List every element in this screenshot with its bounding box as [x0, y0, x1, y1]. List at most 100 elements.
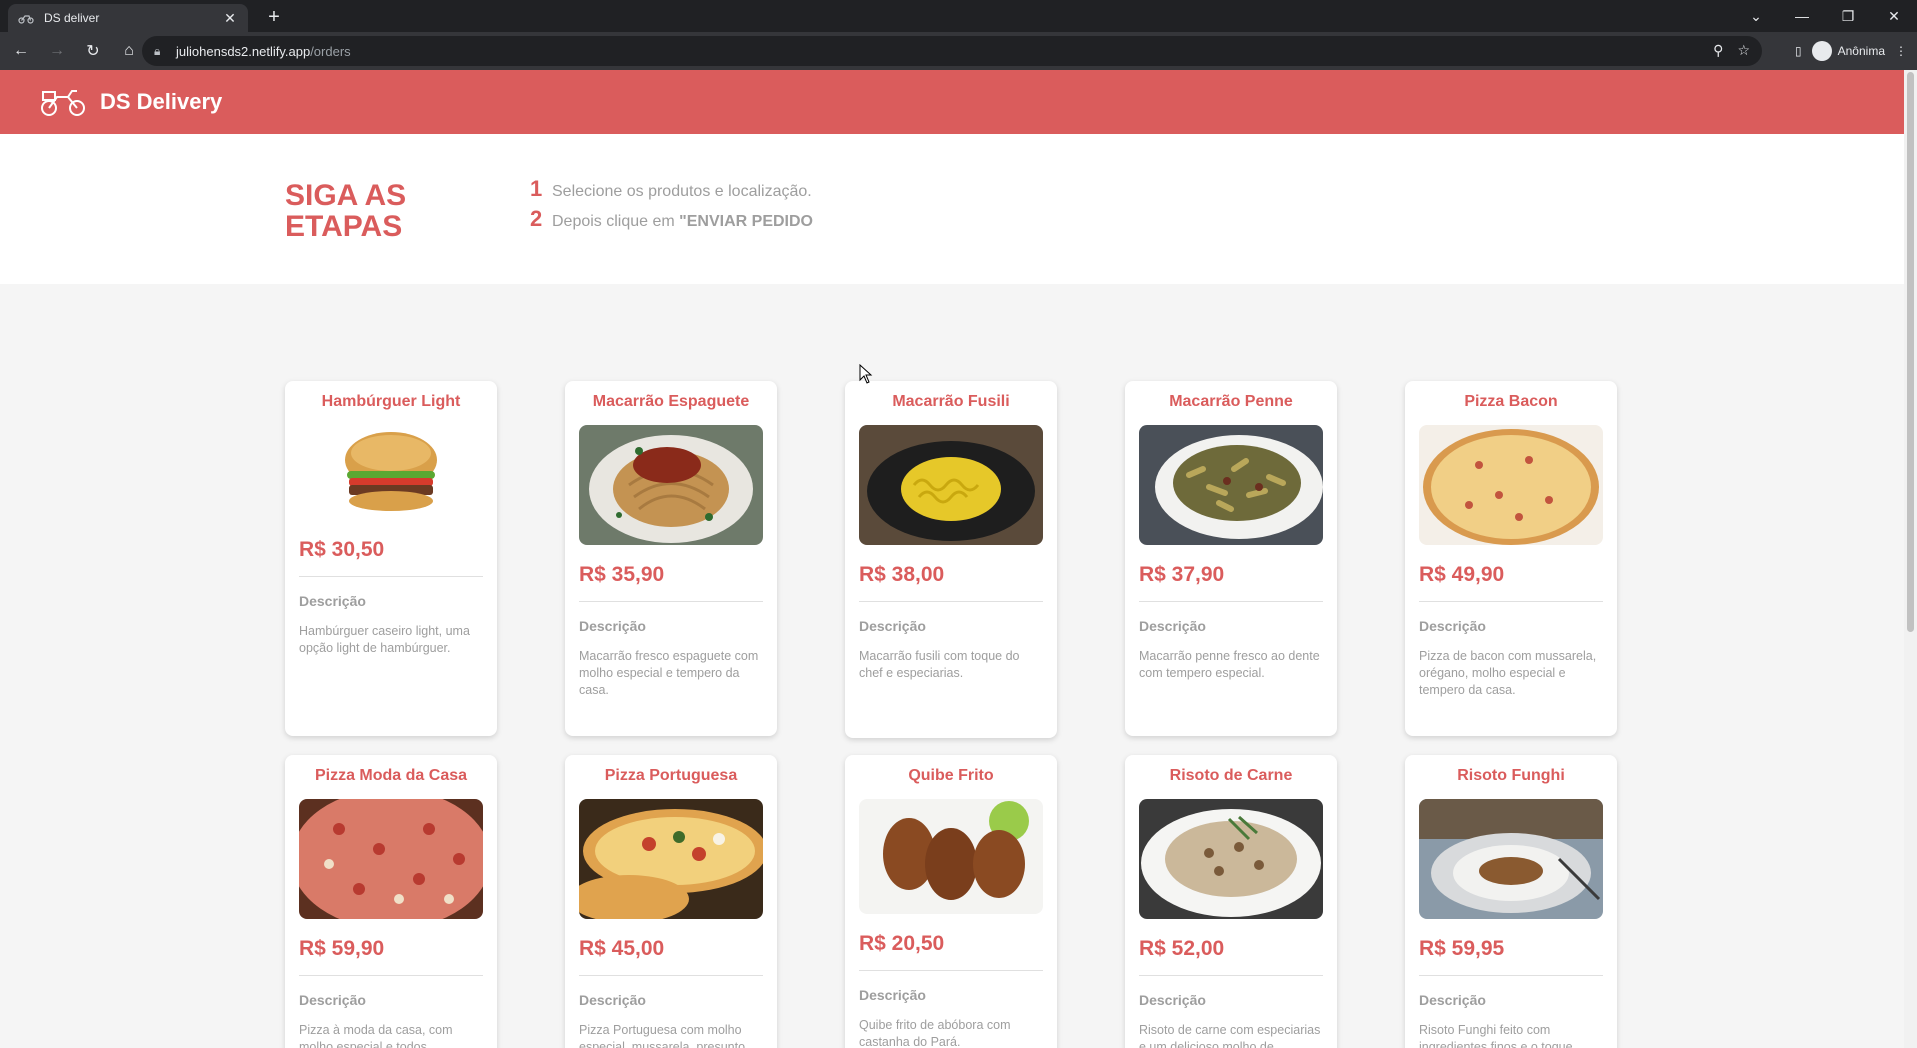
product-price: R$ 49,90 [1419, 563, 1505, 586]
product-card[interactable]: Hambúrguer Light R$ 30,50 Descrição Hamb… [285, 381, 497, 736]
product-price: R$ 38,00 [859, 563, 945, 586]
motorcycle-favicon-icon [18, 10, 34, 26]
back-icon[interactable]: ← [6, 36, 36, 66]
menu-kebab-icon[interactable]: ⋮ [1895, 44, 1907, 58]
brand-name[interactable]: DS Delivery [100, 89, 222, 115]
product-name: Risoto de Carne [1169, 767, 1293, 784]
product-name: Macarrão Fusili [892, 393, 1010, 410]
product-description: Risoto de carne com especiarias e um del… [1139, 1023, 1321, 1048]
close-tab-icon[interactable]: ✕ [222, 10, 238, 27]
card-divider [1139, 975, 1323, 976]
product-card[interactable]: Pizza Bacon R$ 49,90 Descrição Pizza de … [1405, 381, 1617, 736]
product-description: Pizza de bacon com mussarela, orégano, m… [1419, 649, 1597, 697]
product-image [1419, 425, 1603, 545]
product-card[interactable]: Pizza Moda da Casa R$ 59,90 Descrição Pi… [285, 755, 497, 1048]
tab-search-icon[interactable]: ⌄ [1733, 0, 1779, 32]
step-number: 1 [530, 176, 543, 201]
product-price: R$ 30,50 [299, 538, 385, 561]
product-name: Macarrão Penne [1169, 393, 1293, 410]
steps-title: SIGA AS ETAPAS [285, 179, 407, 243]
card-divider [1419, 601, 1603, 602]
product-image [1419, 799, 1603, 919]
product-image [859, 799, 1043, 914]
tab-title: DS deliver [44, 11, 100, 25]
new-tab-icon[interactable]: + [262, 6, 286, 30]
motorcycle-logo-icon[interactable] [40, 87, 86, 117]
card-divider [1419, 975, 1603, 976]
product-name: Pizza Portuguesa [604, 767, 738, 784]
step-text: Depois clique em "ENVIAR PEDIDO [552, 213, 813, 230]
product-name: Risoto Funghi [1457, 767, 1565, 784]
page-scrollbar[interactable] [1904, 70, 1917, 1048]
product-card[interactable]: Macarrão Penne R$ 37,90 Descrição Macarr… [1125, 381, 1337, 736]
product-image [299, 799, 483, 919]
product-card[interactable]: Risoto Funghi R$ 59,95 Descrição Risoto … [1405, 755, 1617, 1048]
product-card[interactable]: Pizza Portuguesa R$ 45,00 Descrição Pizz… [565, 755, 777, 1048]
product-card[interactable]: Macarrão Fusili R$ 38,00 Descrição Macar… [845, 381, 1057, 738]
steps-section: SIGA AS ETAPAS 1 Selecione os produtos e… [0, 134, 1904, 284]
product-price: R$ 20,50 [859, 932, 945, 955]
restore-icon[interactable]: ❐ [1825, 0, 1871, 32]
product-name: Macarrão Espaguete [592, 393, 750, 410]
description-label: Descrição [1419, 618, 1486, 634]
step-number: 2 [530, 206, 543, 231]
page-viewport: DS Delivery SIGA AS ETAPAS 1 Selecione o… [0, 70, 1904, 1048]
forward-icon[interactable]: → [42, 36, 72, 66]
description-label: Descrição [1419, 992, 1486, 1008]
browser-tab-bar: DS deliver ✕ + ⌄ — ❐ ✕ [0, 0, 1917, 32]
url-host: juliohensds2.netlify.app [176, 43, 311, 59]
product-image [341, 425, 441, 520]
incognito-icon [1811, 41, 1832, 61]
description-label: Descrição [859, 618, 926, 634]
product-name: Pizza Bacon [1464, 393, 1558, 410]
product-card[interactable]: Macarrão Espaguete R$ 35,90 Descrição Ma… [565, 381, 777, 736]
home-icon[interactable]: ⌂ [114, 36, 144, 66]
product-price: R$ 37,90 [1139, 563, 1225, 586]
description-label: Descrição [299, 593, 366, 609]
close-window-icon[interactable]: ✕ [1871, 0, 1917, 32]
product-description: Macarrão penne fresco ao dente com tempe… [1139, 649, 1320, 680]
card-divider [579, 975, 763, 976]
minimize-icon[interactable]: — [1779, 0, 1825, 32]
address-bar[interactable]: 🔒︎ juliohensds2.netlify.app/orders ⚲ ☆ [142, 36, 1762, 66]
product-name: Quibe Frito [908, 767, 994, 784]
description-label: Descrição [579, 618, 646, 634]
product-description: Risoto Funghi feito com ingredientes fin… [1419, 1023, 1573, 1048]
product-price: R$ 35,90 [579, 563, 665, 586]
card-divider [299, 975, 483, 976]
description-label: Descrição [1139, 618, 1206, 634]
product-image [1139, 799, 1323, 919]
product-price: R$ 59,95 [1419, 937, 1505, 960]
side-panel-icon[interactable]: ▯ [1795, 44, 1802, 58]
step-text: Selecione os produtos e localização. [552, 183, 812, 200]
scrollbar-thumb[interactable] [1907, 72, 1914, 632]
site-navbar: DS Delivery [0, 70, 1904, 134]
product-image [579, 799, 763, 919]
reload-icon[interactable]: ↻ [78, 36, 108, 66]
zoom-icon[interactable]: ⚲ [1713, 42, 1723, 59]
product-description: Macarrão fusili com toque do chef e espe… [859, 649, 1020, 680]
product-price: R$ 52,00 [1139, 937, 1225, 960]
product-description: Macarrão fresco espaguete com molho espe… [579, 649, 759, 697]
mouse-cursor-icon [859, 364, 873, 384]
card-divider [859, 601, 1043, 602]
description-label: Descrição [299, 992, 366, 1008]
card-divider [299, 576, 483, 577]
step-1: 1 Selecione os produtos e localização. [530, 176, 812, 202]
incognito-profile-button[interactable]: Anônima [1811, 41, 1885, 61]
product-image [579, 425, 763, 545]
product-image [1139, 425, 1323, 545]
product-price: R$ 45,00 [579, 937, 665, 960]
product-name: Hambúrguer Light [321, 393, 461, 410]
product-card[interactable]: Quibe Frito R$ 20,50 Descrição Quibe fri… [845, 755, 1057, 1048]
product-card[interactable]: Risoto de Carne R$ 52,00 Descrição Risot… [1125, 755, 1337, 1048]
bookmark-star-icon[interactable]: ☆ [1737, 42, 1750, 59]
product-image [859, 425, 1043, 545]
browser-tab[interactable]: DS deliver ✕ [8, 4, 248, 32]
profile-label: Anônima [1837, 44, 1885, 58]
card-divider [1139, 601, 1323, 602]
browser-toolbar: ← → ↻ ⌂ 🔒︎ juliohensds2.netlify.app/orde… [0, 32, 1917, 70]
description-label: Descrição [579, 992, 646, 1008]
step-2: 2 Depois clique em "ENVIAR PEDIDO [530, 206, 813, 232]
lock-icon[interactable]: 🔒︎ [154, 44, 166, 59]
